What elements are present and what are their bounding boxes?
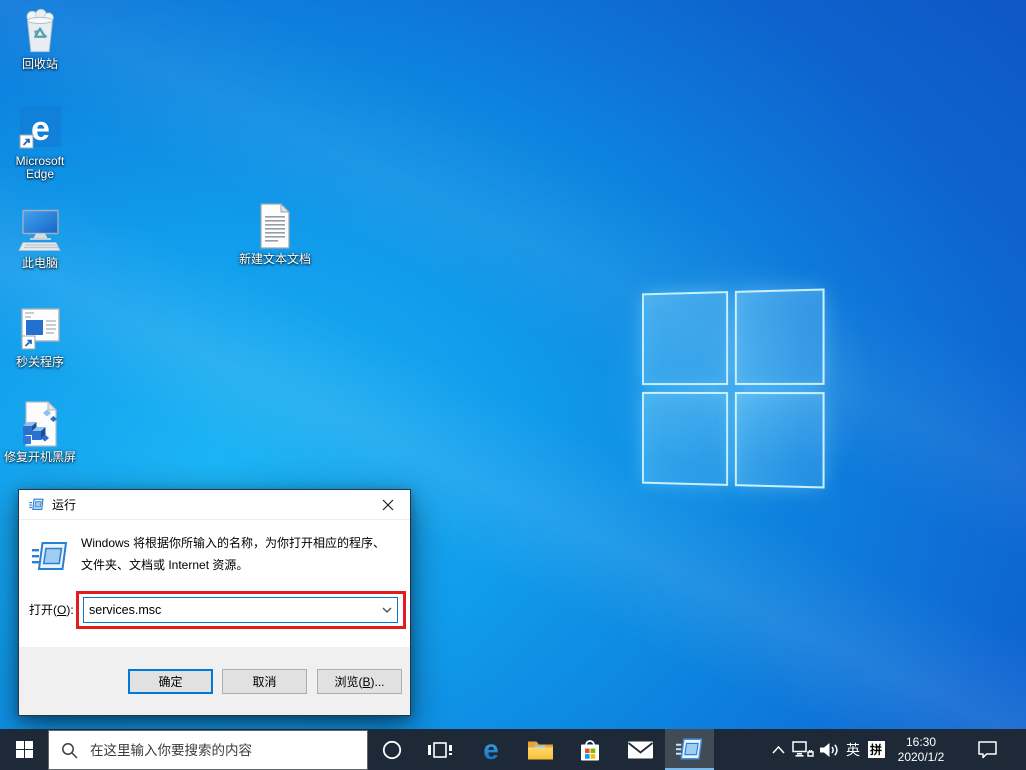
clock-date: 2020/1/2 bbox=[897, 749, 945, 764]
open-field-label: 打开(O): bbox=[29, 601, 74, 618]
description-line-1: Windows 将根据你所输入的名称，为你打开相应的程序、 bbox=[81, 536, 386, 550]
windows-logo bbox=[642, 288, 825, 489]
run-dialog-description: Windows 将根据你所输入的名称，为你打开相应的程序、 文件夹、文档或 In… bbox=[81, 532, 385, 576]
windows-logo-pane bbox=[642, 291, 728, 386]
run-dialog-titlebar-icon bbox=[29, 498, 44, 510]
mail-button[interactable] bbox=[617, 729, 663, 770]
registry-file-icon bbox=[17, 400, 63, 448]
edge-letter: e bbox=[31, 110, 50, 148]
ok-button-label: 确定 bbox=[158, 675, 183, 689]
app-window-icon bbox=[16, 305, 64, 353]
taskbar-search-box[interactable] bbox=[48, 730, 368, 770]
desktop-icon-label: 修复开机黑屏 bbox=[3, 450, 76, 464]
cortana-icon bbox=[382, 740, 402, 759]
edge-letter: e bbox=[483, 736, 499, 764]
clock-time: 16:30 bbox=[905, 734, 937, 749]
windows-logo-pane bbox=[642, 391, 728, 486]
desktop-icon-label: 秒关程序 bbox=[15, 355, 64, 369]
edge-icon: e bbox=[17, 104, 63, 152]
desktop-icon-new-text-document[interactable]: 新建文本文档 bbox=[237, 202, 313, 266]
microsoft-store-icon bbox=[581, 739, 599, 760]
run-dialog-title: 运行 bbox=[52, 498, 77, 512]
action-center-button[interactable] bbox=[972, 729, 1002, 770]
mail-icon bbox=[627, 741, 653, 758]
cortana-button[interactable] bbox=[370, 729, 414, 770]
cancel-button[interactable]: 取消 bbox=[222, 669, 307, 694]
file-explorer-button[interactable] bbox=[517, 729, 563, 770]
description-line-2: 文件夹、文档或 Internet 资源。 bbox=[81, 558, 249, 572]
windows-start-icon bbox=[15, 741, 33, 758]
desktop-icon-label: 回收站 bbox=[21, 57, 58, 71]
cancel-button-label: 取消 bbox=[252, 675, 277, 689]
ok-button[interactable]: 确定 bbox=[128, 669, 213, 694]
windows-logo-pane bbox=[734, 288, 825, 385]
speaker-icon bbox=[819, 742, 838, 757]
tray-network[interactable] bbox=[790, 729, 816, 770]
windows-logo-pane bbox=[734, 392, 825, 489]
browse-label-accesskey: B bbox=[362, 674, 371, 689]
taskbar-edge-button[interactable]: e bbox=[468, 729, 514, 770]
tray-ime-mode[interactable]: 拼 bbox=[865, 729, 887, 770]
run-dialog: 运行 Windows 将根据你所输入的名称，为你打开相应的程序、 文件夹、文档或… bbox=[18, 489, 411, 716]
close-icon[interactable] bbox=[366, 490, 410, 519]
ime-language-label: 英 bbox=[846, 741, 860, 758]
desktop-icon-this-pc[interactable]: 此电脑 bbox=[2, 206, 78, 270]
desktop-icon-label: Microsoft Edge bbox=[15, 154, 65, 181]
ime-mode-badge: 拼 bbox=[867, 741, 885, 758]
chevron-down-icon bbox=[382, 607, 392, 613]
tray-clock[interactable]: 16:30 2020/1/2 bbox=[889, 729, 953, 770]
desktop-icon-quick-close-program[interactable]: 秒关程序 bbox=[2, 305, 78, 369]
taskbar-run-active-button[interactable] bbox=[665, 729, 714, 770]
browse-label-post: )... bbox=[370, 674, 385, 689]
action-center-icon bbox=[977, 741, 997, 759]
run-icon bbox=[32, 540, 68, 577]
run-dialog-footer: 确定 取消 浏览(B)... bbox=[19, 647, 410, 715]
search-input[interactable] bbox=[88, 741, 367, 759]
network-icon bbox=[792, 741, 814, 757]
open-label-pre: 打开( bbox=[29, 603, 57, 617]
open-combobox[interactable] bbox=[83, 597, 398, 623]
edge-icon: e bbox=[483, 736, 499, 764]
tray-show-hidden-icons[interactable] bbox=[766, 729, 790, 770]
task-view-icon bbox=[428, 741, 452, 758]
browse-button[interactable]: 浏览(B)... bbox=[317, 669, 402, 694]
desktop-icon-fix-black-screen[interactable]: 修复开机黑屏 bbox=[2, 400, 78, 464]
windows-desktop: 回收站 e Microsoft Edge 此电脑 秒关程序 修复开机黑屏 新建文… bbox=[0, 0, 1026, 770]
desktop-icon-recycle-bin[interactable]: 回收站 bbox=[2, 7, 78, 71]
start-button[interactable] bbox=[0, 729, 48, 770]
task-view-button[interactable] bbox=[418, 729, 462, 770]
tray-ime-language[interactable]: 英 bbox=[841, 729, 865, 770]
recycle-bin-icon bbox=[17, 7, 63, 55]
open-input[interactable] bbox=[84, 598, 377, 622]
chevron-up-icon bbox=[771, 745, 785, 754]
desktop-icon-label: 新建文本文档 bbox=[238, 252, 311, 266]
annotation-highlight-box bbox=[76, 591, 406, 629]
desktop-icon-label: 此电脑 bbox=[21, 256, 58, 270]
run-dialog-body: Windows 将根据你所输入的名称，为你打开相应的程序、 文件夹、文档或 In… bbox=[19, 520, 410, 649]
open-label-post: ): bbox=[66, 603, 74, 617]
file-explorer-icon bbox=[527, 741, 553, 759]
run-dialog-titlebar[interactable]: 运行 bbox=[19, 490, 410, 520]
run-icon bbox=[676, 738, 703, 759]
browse-label-pre: 浏览( bbox=[334, 675, 363, 689]
search-icon bbox=[62, 742, 78, 759]
this-pc-icon bbox=[16, 206, 64, 254]
taskbar: e bbox=[0, 729, 1026, 770]
combobox-dropdown-button[interactable] bbox=[377, 598, 397, 622]
desktop-icon-microsoft-edge[interactable]: e Microsoft Edge bbox=[2, 104, 78, 181]
microsoft-store-button[interactable] bbox=[567, 729, 613, 770]
open-label-accesskey: O bbox=[57, 603, 67, 617]
tray-volume[interactable] bbox=[816, 729, 841, 770]
text-document-icon bbox=[255, 202, 295, 250]
